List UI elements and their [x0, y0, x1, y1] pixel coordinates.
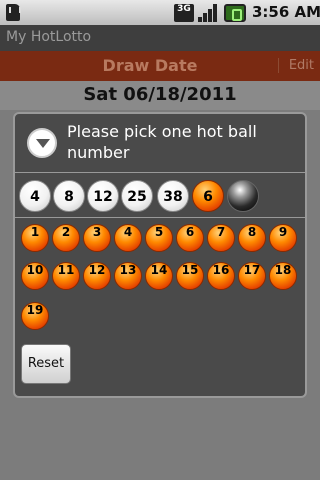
dropdown-arrow-icon: [27, 128, 57, 158]
edit-button[interactable]: Edit: [277, 58, 314, 73]
hot-ball-option[interactable]: 18: [269, 262, 297, 290]
battery-icon: [224, 4, 246, 22]
dialog-title: Please pick one hot ball number: [67, 122, 257, 162]
hot-ball-option[interactable]: 6: [176, 224, 204, 252]
divider: [15, 172, 305, 173]
hot-ball-option[interactable]: 14: [145, 262, 173, 290]
reset-button[interactable]: Reset: [21, 344, 71, 384]
app-title: My HotLotto: [6, 29, 92, 45]
hot-ball-option[interactable]: 2: [52, 224, 80, 252]
selected-white-ball: 8: [53, 180, 85, 212]
empty-ball-slot-icon: [227, 180, 259, 212]
selected-white-ball: 12: [87, 180, 119, 212]
selected-white-ball: 25: [121, 180, 153, 212]
sd-card-icon: [6, 4, 21, 21]
draw-date-value: Sat 06/18/2011: [83, 84, 237, 105]
hot-ball-option[interactable]: 7: [207, 224, 235, 252]
hot-ball-picker-dialog: Please pick one hot ball number 4 8 12 2…: [13, 112, 307, 398]
selected-hot-ball: 6: [192, 180, 224, 212]
selected-white-ball: 4: [19, 180, 51, 212]
status-bar: 3G 3:56 AM: [0, 0, 320, 25]
hot-ball-option[interactable]: 12: [83, 262, 111, 290]
hot-ball-option[interactable]: 19: [21, 302, 49, 330]
hot-ball-option[interactable]: 10: [21, 262, 49, 290]
clock: 3:56 AM: [252, 3, 320, 21]
selected-white-ball: 38: [157, 180, 189, 212]
hot-ball-option[interactable]: 17: [238, 262, 266, 290]
network-type-icon: 3G: [174, 4, 194, 22]
hot-ball-option[interactable]: 16: [207, 262, 235, 290]
hot-ball-option[interactable]: 9: [269, 224, 297, 252]
dialog-header: Please pick one hot ball number: [15, 114, 305, 172]
hot-ball-option[interactable]: 11: [52, 262, 80, 290]
hot-ball-option[interactable]: 3: [83, 224, 111, 252]
app-title-bar: My HotLotto: [0, 25, 320, 51]
hot-ball-option[interactable]: 13: [114, 262, 142, 290]
hot-ball-option[interactable]: 1: [21, 224, 49, 252]
hot-ball-option[interactable]: 4: [114, 224, 142, 252]
divider: [15, 217, 305, 218]
draw-date-title: Draw Date: [102, 56, 198, 75]
signal-strength-icon: [198, 4, 218, 22]
draw-date-header: Draw Date Edit: [0, 51, 320, 81]
hot-ball-option[interactable]: 15: [176, 262, 204, 290]
hot-ball-option[interactable]: 8: [238, 224, 266, 252]
hot-ball-option[interactable]: 5: [145, 224, 173, 252]
